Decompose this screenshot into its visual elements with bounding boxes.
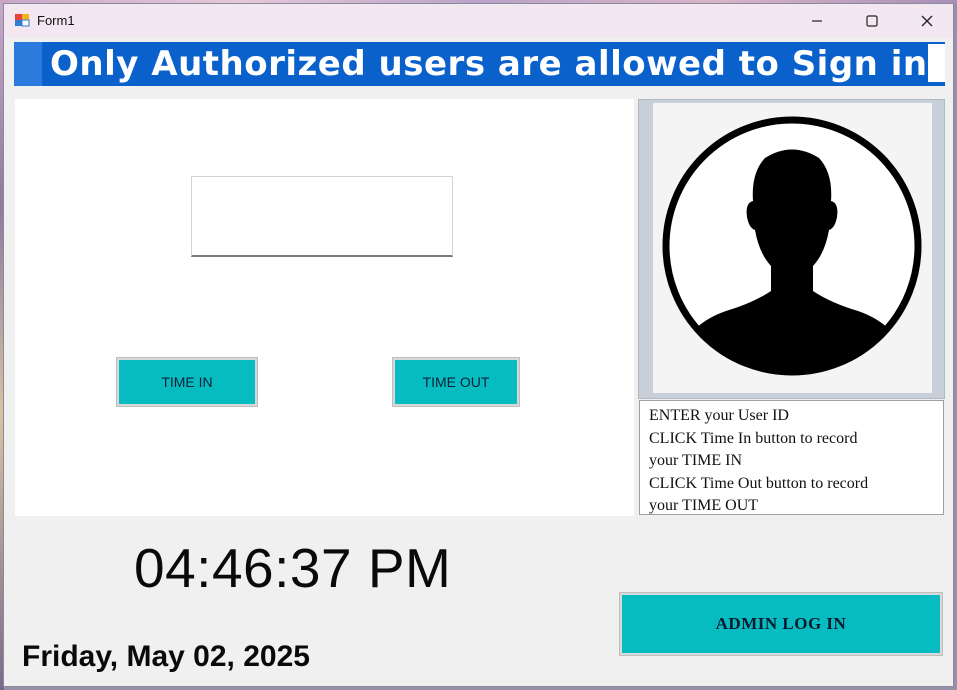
clock-date: Friday, May 02, 2025 xyxy=(22,640,310,673)
time-in-button[interactable]: TIME IN xyxy=(117,358,257,406)
user-id-input[interactable] xyxy=(191,176,453,257)
maximize-icon xyxy=(866,15,878,27)
time-out-button[interactable]: TIME OUT xyxy=(393,358,519,406)
close-icon xyxy=(921,15,933,27)
banner-right-edge xyxy=(928,44,945,82)
user-photo-frame xyxy=(638,99,945,399)
admin-login-button[interactable]: ADMIN LOG IN xyxy=(620,593,942,655)
sign-in-panel: TIME IN TIME OUT xyxy=(15,99,634,516)
minimize-button[interactable] xyxy=(794,4,840,38)
authorization-banner: Only Authorized users are allowed to Sig… xyxy=(14,42,945,86)
user-photo xyxy=(653,103,932,393)
minimize-icon xyxy=(811,15,823,27)
instruction-line: CLICK Time In button to record xyxy=(649,429,858,447)
banner-text: Only Authorized users are allowed to Sig… xyxy=(50,44,928,84)
instruction-line: CLICK Time Out button to record xyxy=(649,474,869,492)
instruction-line: ENTER your User ID xyxy=(649,407,789,424)
instruction-line: your TIME IN xyxy=(649,452,743,469)
app-icon xyxy=(14,12,30,28)
form-window: Form1 Only Authorized users are allowed … xyxy=(3,3,954,687)
title-bar[interactable]: Form1 xyxy=(4,4,953,38)
close-button[interactable] xyxy=(904,4,950,38)
window-title: Form1 xyxy=(37,13,75,28)
instructions-box: ENTER your User ID CLICK Time In button … xyxy=(639,400,944,515)
maximize-button[interactable] xyxy=(849,4,895,38)
instruction-line: your TIME OUT xyxy=(649,497,759,514)
clock-time: 04:46:37 PM xyxy=(134,537,452,599)
banner-edge xyxy=(14,42,42,86)
